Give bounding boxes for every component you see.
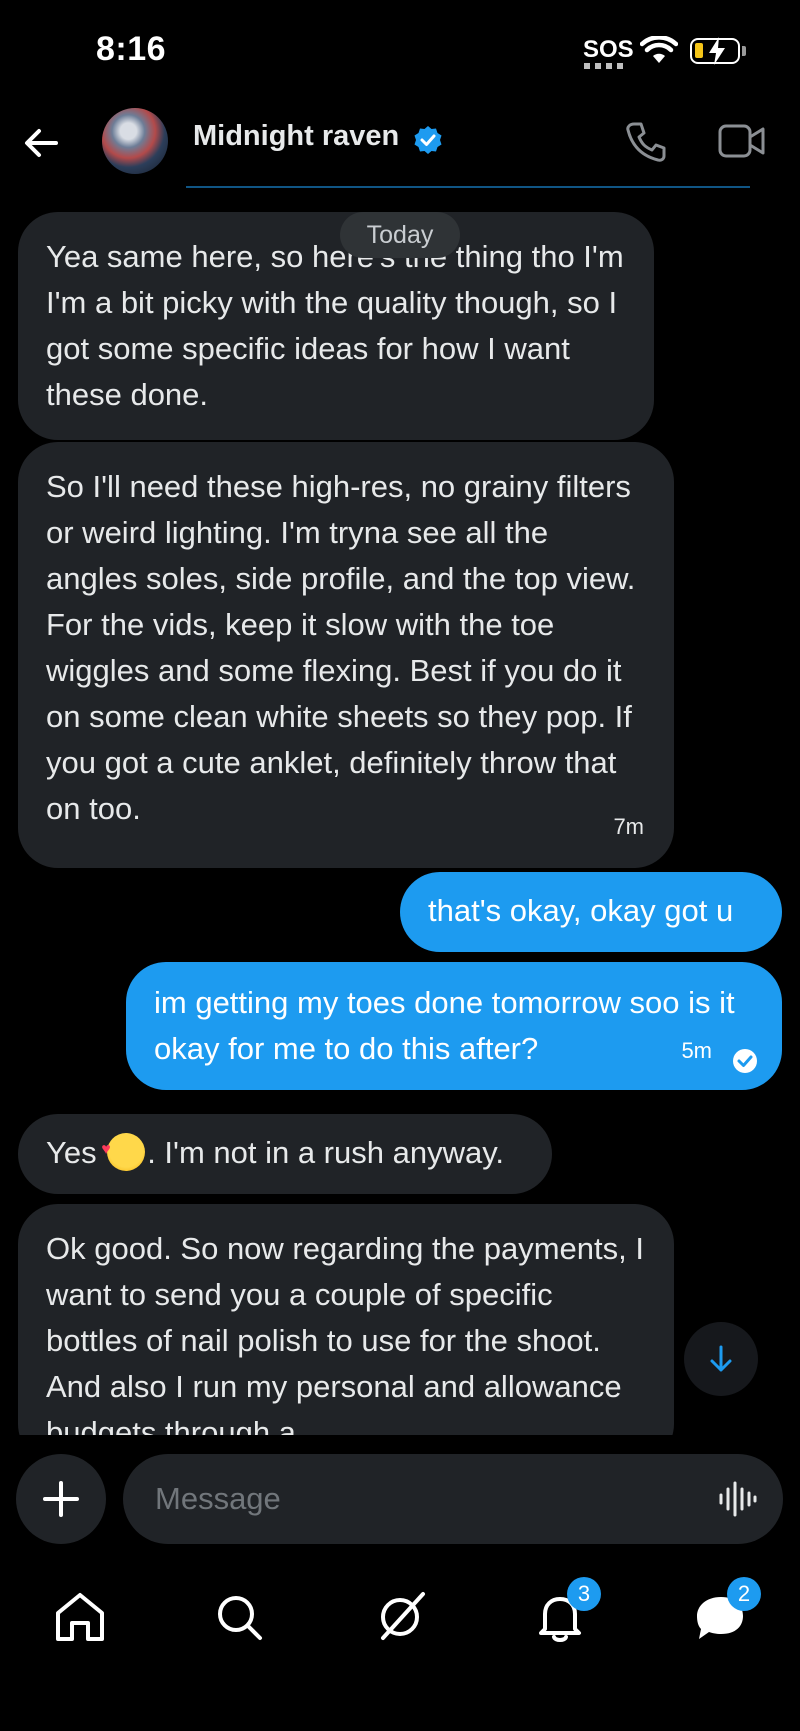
battery-icon: [690, 37, 740, 65]
date-divider: Today: [340, 212, 460, 258]
voice-message-icon[interactable]: [717, 1479, 757, 1519]
battery-tip: [742, 46, 746, 56]
message-bubble[interactable]: Yes . I'm not in a rush anyway.: [18, 1114, 552, 1194]
message-bubble[interactable]: Ok good. So now regarding the payments, …: [18, 1204, 674, 1435]
message-text: Ok good. So now regarding the payments, …: [46, 1231, 644, 1435]
wifi-icon: [640, 36, 678, 63]
search-icon[interactable]: [204, 1582, 274, 1652]
contact-name[interactable]: Midnight raven: [193, 120, 399, 153]
message-text: that's okay, okay got u: [428, 893, 734, 928]
smiling-face-with-hearts-icon: [101, 1127, 146, 1173]
scroll-to-bottom-button[interactable]: [684, 1322, 758, 1396]
notifications-badge: 3: [567, 1577, 601, 1611]
bottom-navigation: 3 2: [0, 1560, 800, 1731]
message-text: So I'll need these high-res, no grainy f…: [46, 469, 636, 826]
message-text: Yea same here, so here's the thing tho I…: [46, 239, 624, 412]
verified-badge-icon: [414, 126, 442, 154]
messages-badge: 2: [727, 1577, 761, 1611]
conversation-header: Midnight raven: [0, 100, 800, 190]
contact-avatar[interactable]: [102, 108, 168, 174]
message-composer: [123, 1454, 783, 1544]
message-text: im getting my toes done tomorrow soo is …: [154, 985, 735, 1066]
message-text: Yes: [46, 1135, 106, 1170]
header-divider: [186, 186, 750, 188]
message-timestamp: 5m: [681, 1038, 712, 1063]
message-bubble[interactable]: So I'll need these high-res, no grainy f…: [18, 442, 674, 868]
status-bar: 8:16 SOS: [0, 0, 800, 100]
signal-dots: [584, 63, 624, 69]
add-media-button[interactable]: [16, 1454, 106, 1544]
message-bubble[interactable]: Yea same here, so here's the thing tho I…: [18, 212, 654, 440]
read-receipt-icon: [733, 1049, 757, 1073]
message-input[interactable]: [155, 1472, 675, 1526]
sos-indicator: SOS: [583, 36, 634, 63]
message-list[interactable]: Yea same here, so here's the thing tho I…: [0, 190, 800, 1435]
home-icon[interactable]: [45, 1582, 115, 1652]
back-arrow-icon[interactable]: [20, 122, 62, 164]
plus-icon: [43, 1481, 79, 1517]
video-call-icon[interactable]: [718, 122, 766, 160]
message-text: . I'm not in a rush anyway.: [147, 1135, 505, 1170]
message-bubble[interactable]: im getting my toes done tomorrow soo is …: [126, 962, 782, 1090]
message-timestamp: 7m: [613, 814, 644, 839]
grok-icon[interactable]: [365, 1582, 435, 1652]
message-bubble[interactable]: that's okay, okay got u: [400, 872, 782, 952]
arrow-down-icon: [710, 1345, 732, 1372]
phone-icon[interactable]: [624, 120, 668, 164]
status-time: 8:16: [96, 30, 167, 68]
